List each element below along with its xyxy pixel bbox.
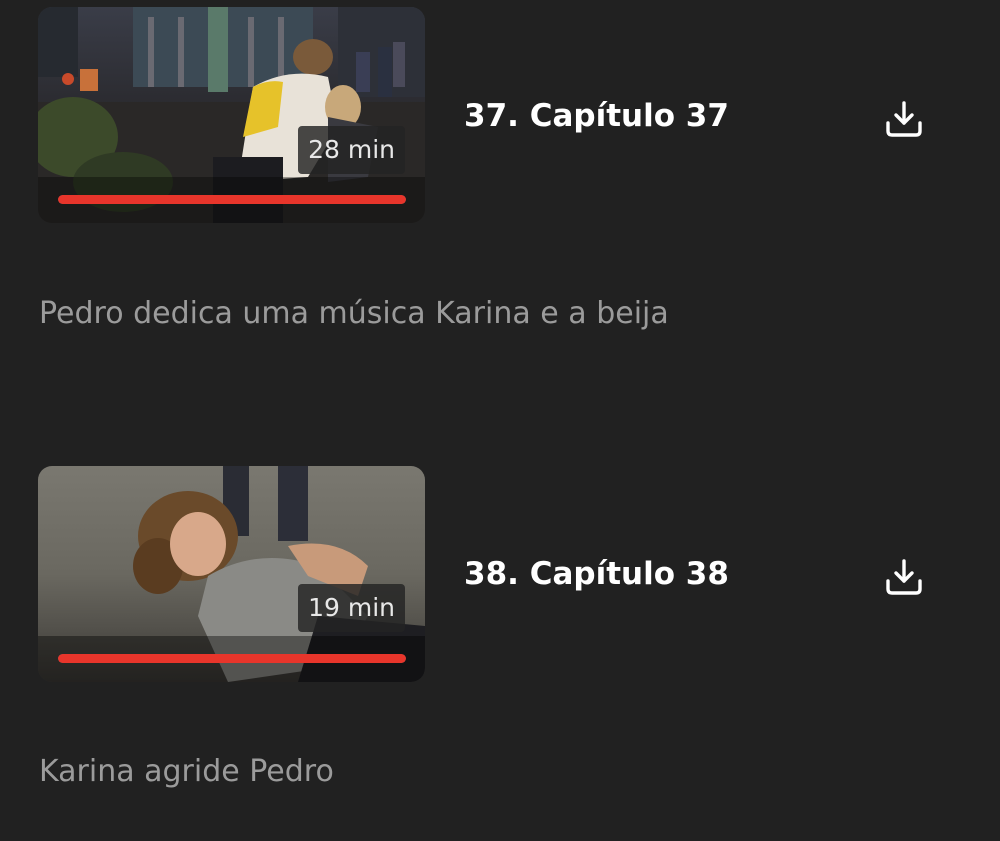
watch-progress-bar	[58, 195, 406, 204]
episode-thumbnail[interactable]: 28 min	[38, 7, 425, 223]
duration-badge: 28 min	[298, 126, 405, 174]
episode-title[interactable]: 37. Capítulo 37	[464, 96, 729, 136]
episode-thumbnail-image	[38, 466, 425, 682]
download-button[interactable]	[880, 553, 928, 601]
watch-progress-fill	[58, 654, 406, 663]
episode-title[interactable]: 38. Capítulo 38	[464, 554, 729, 594]
episode-thumbnail-image	[38, 7, 425, 223]
download-icon	[886, 559, 922, 595]
episode-description: Karina agride Pedro	[39, 754, 334, 789]
download-icon	[886, 101, 922, 137]
watch-progress-fill	[58, 195, 406, 204]
download-button[interactable]	[880, 95, 928, 143]
watch-progress-bar	[58, 654, 406, 663]
episode-thumbnail[interactable]: 19 min	[38, 466, 425, 682]
episode-list: 28 min 37. Capítulo 37 Pedro dedica uma …	[0, 0, 1000, 841]
duration-badge: 19 min	[298, 584, 405, 632]
episode-description: Pedro dedica uma música Karina e a beija	[39, 296, 669, 331]
